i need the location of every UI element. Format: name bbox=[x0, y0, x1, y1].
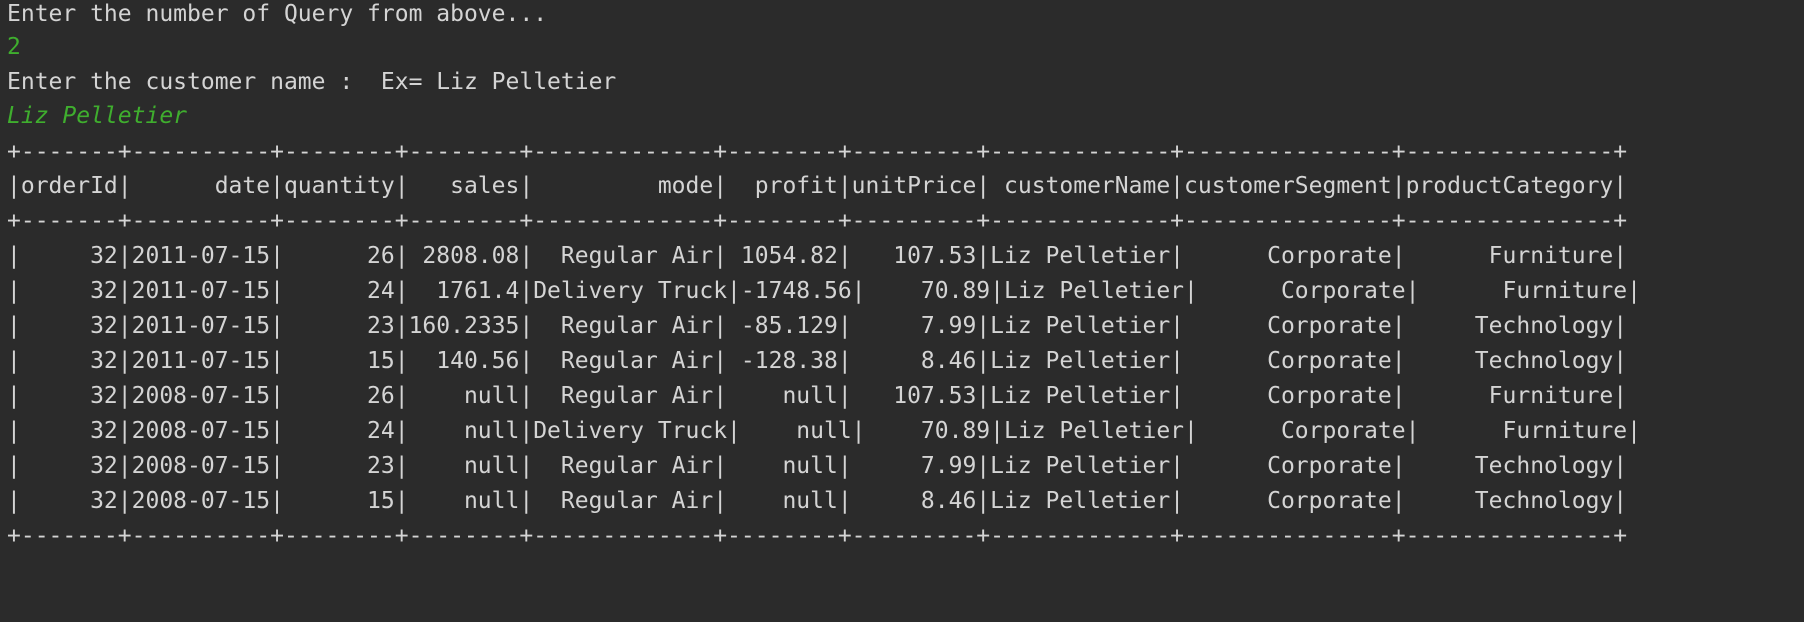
customer-input-echo: Liz Pelletier bbox=[7, 103, 188, 129]
table-border-bottom: +-------+----------+--------+--------+--… bbox=[7, 523, 1628, 549]
table-row: | 32|2011-07-15| 15| 140.56| Regular Air… bbox=[7, 348, 1628, 374]
table-border-mid: +-------+----------+--------+--------+--… bbox=[7, 208, 1628, 234]
query-prompt: Enter the number of Query from above... bbox=[7, 1, 548, 27]
table-row: | 32|2011-07-15| 23|160.2335| Regular Ai… bbox=[7, 313, 1628, 339]
table-row: | 32|2011-07-15| 26| 2808.08| Regular Ai… bbox=[7, 243, 1628, 269]
table-header: |orderId| date|quantity| sales| mode| pr… bbox=[7, 173, 1628, 199]
table-row: | 32|2008-07-15| 15| null| Regular Air| … bbox=[7, 488, 1628, 514]
query-input-echo: 2 bbox=[7, 34, 21, 60]
table-row: | 32|2011-07-15| 24| 1761.4|Delivery Tru… bbox=[7, 278, 1641, 304]
table-row: | 32|2008-07-15| 24| null|Delivery Truck… bbox=[7, 418, 1641, 444]
console-output[interactable]: Enter the number of Query from above... … bbox=[0, 0, 1804, 622]
table-row: | 32|2008-07-15| 23| null| Regular Air| … bbox=[7, 453, 1628, 479]
table-row: | 32|2008-07-15| 26| null| Regular Air| … bbox=[7, 383, 1628, 409]
